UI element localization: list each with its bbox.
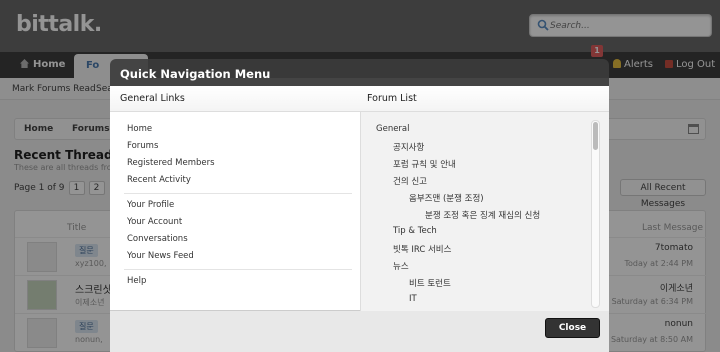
link-registered-members[interactable]: Registered Members — [127, 158, 215, 168]
forum-item[interactable]: 포럼 규칙 및 안내 — [393, 158, 456, 170]
link-your-profile[interactable]: Your Profile — [127, 200, 174, 210]
close-button[interactable]: Close — [545, 318, 600, 338]
modal-column-headers: General Links Forum List — [110, 86, 609, 112]
scrollbar-thumb[interactable] — [593, 122, 598, 150]
link-your-account[interactable]: Your Account — [127, 217, 182, 227]
forum-item[interactable]: Tip & Tech — [393, 226, 437, 236]
forum-list-heading: Forum List — [367, 93, 417, 104]
link-your-news-feed[interactable]: Your News Feed — [127, 251, 194, 261]
modal-title: Quick Navigation Menu — [120, 67, 271, 81]
forum-item[interactable]: 공지사항 — [393, 141, 424, 153]
modal-body: General Links Forum List Home Forums Reg… — [110, 86, 609, 312]
divider — [124, 193, 352, 194]
forum-item[interactable]: IT — [409, 294, 417, 304]
forum-item[interactable]: General — [376, 124, 410, 134]
forum-list-scrollbar[interactable] — [591, 120, 600, 308]
general-links-heading: General Links — [120, 93, 185, 104]
link-recent-activity[interactable]: Recent Activity — [127, 175, 191, 185]
forum-item[interactable]: 옴부즈맨 (분쟁 조정) — [409, 192, 484, 204]
forum-item[interactable]: 비트 토런트 — [409, 277, 451, 289]
forum-item[interactable]: 뉴스 — [393, 260, 409, 272]
link-help[interactable]: Help — [127, 276, 146, 286]
forum-item[interactable]: 건의 신고 — [393, 175, 427, 187]
link-forums[interactable]: Forums — [127, 141, 158, 151]
forum-list: General 공지사항 포럼 규칙 및 안내 건의 신고 옴부즈맨 (분쟁 조… — [360, 112, 609, 312]
link-home[interactable]: Home — [127, 124, 152, 134]
divider — [124, 269, 352, 270]
modal-footer: Close — [110, 311, 609, 352]
forum-item[interactable]: 빗톡 IRC 서비스 — [393, 243, 451, 255]
link-conversations[interactable]: Conversations — [127, 234, 188, 244]
quick-navigation-modal: Quick Navigation Menu General Links Foru… — [110, 59, 609, 352]
general-links-list: Home Forums Registered Members Recent Ac… — [110, 112, 360, 312]
forum-item[interactable]: 분쟁 조정 혹은 징계 재심의 신청 — [425, 209, 540, 221]
